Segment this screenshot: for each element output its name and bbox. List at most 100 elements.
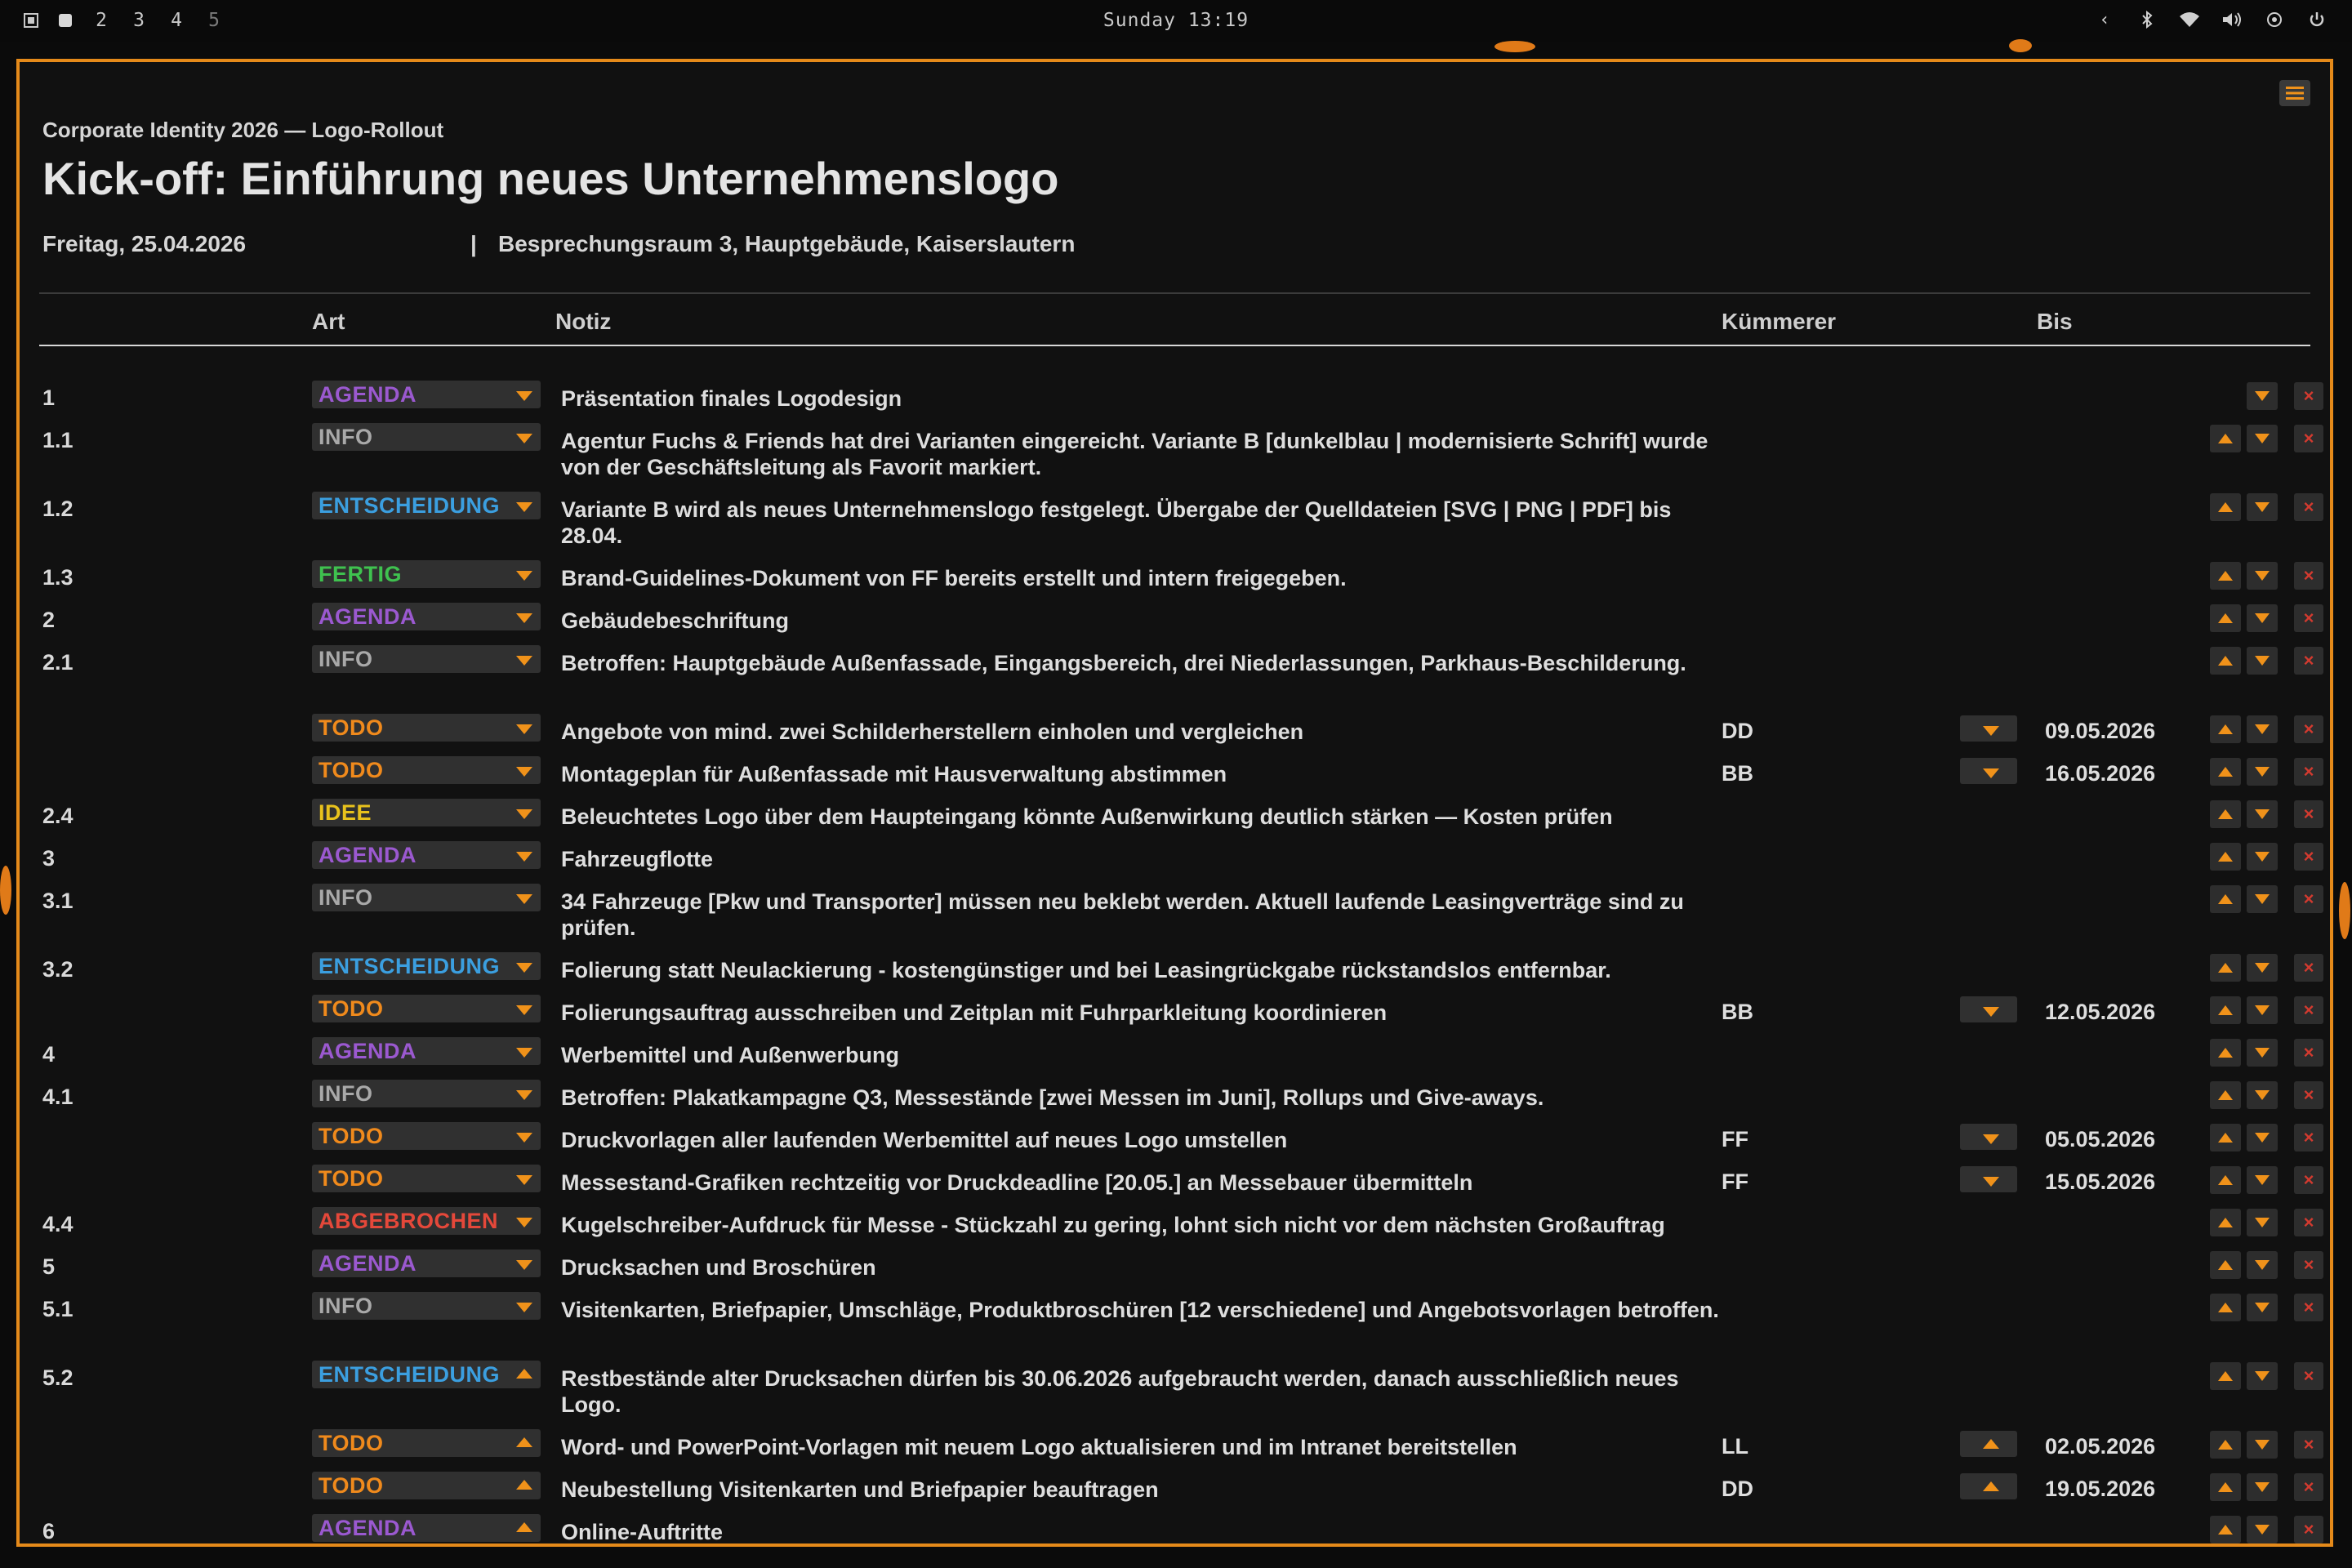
- owner[interactable]: FF: [1722, 1127, 1748, 1152]
- delete-button[interactable]: ×: [2294, 1294, 2323, 1321]
- delete-button[interactable]: ×: [2294, 382, 2323, 410]
- delete-button[interactable]: ×: [2294, 758, 2323, 786]
- move-up-button[interactable]: [2210, 425, 2241, 452]
- delete-button[interactable]: ×: [2294, 1124, 2323, 1152]
- move-down-button[interactable]: [2247, 758, 2278, 786]
- note-text[interactable]: Gebäudebeschriftung: [561, 608, 1737, 634]
- move-up-button[interactable]: [2210, 843, 2241, 871]
- move-down-button[interactable]: [2247, 1124, 2278, 1152]
- move-down-button[interactable]: [2247, 1166, 2278, 1194]
- volume-icon[interactable]: [2221, 8, 2243, 31]
- move-down-button[interactable]: [2247, 996, 2278, 1024]
- move-up-button[interactable]: [2210, 1516, 2241, 1544]
- delete-button[interactable]: ×: [2294, 1209, 2323, 1236]
- move-down-button[interactable]: [2247, 604, 2278, 632]
- note-text[interactable]: Messestand-Grafiken rechtzeitig vor Druc…: [561, 1169, 1737, 1196]
- type-select[interactable]: TODO: [312, 1472, 541, 1499]
- wifi-icon[interactable]: [2179, 8, 2200, 31]
- note-text[interactable]: Betroffen: Hauptgebäude Außenfassade, Ei…: [561, 650, 1737, 676]
- move-up-button[interactable]: [2210, 1081, 2241, 1109]
- move-up-button[interactable]: [2210, 1166, 2241, 1194]
- move-down-button[interactable]: [2247, 715, 2278, 743]
- move-down-button[interactable]: [2247, 800, 2278, 828]
- type-select[interactable]: TODO: [312, 995, 541, 1022]
- type-select[interactable]: AGENDA: [312, 1037, 541, 1065]
- type-select[interactable]: AGENDA: [312, 1514, 541, 1542]
- note-text[interactable]: Fahrzeugflotte: [561, 846, 1737, 872]
- due-date[interactable]: 15.05.2026: [2045, 1169, 2155, 1195]
- type-select[interactable]: INFO: [312, 423, 541, 451]
- note-text[interactable]: Folierung statt Neulackierung - kostengü…: [561, 957, 1737, 983]
- owner[interactable]: DD: [1722, 719, 1753, 744]
- note-text[interactable]: Werbemittel und Außenwerbung: [561, 1042, 1737, 1068]
- type-select[interactable]: TODO: [312, 714, 541, 742]
- note-text[interactable]: Folierungsauftrag ausschreiben und Zeitp…: [561, 1000, 1737, 1026]
- move-down-button[interactable]: [2247, 954, 2278, 982]
- move-down-button[interactable]: [2247, 885, 2278, 913]
- type-select[interactable]: AGENDA: [312, 841, 541, 869]
- move-down-button[interactable]: [2247, 1209, 2278, 1236]
- owner-select[interactable]: [1960, 1166, 2017, 1192]
- move-up-button[interactable]: [2210, 604, 2241, 632]
- type-select[interactable]: AGENDA: [312, 381, 541, 408]
- move-up-button[interactable]: [2210, 1362, 2241, 1390]
- delete-button[interactable]: ×: [2294, 562, 2323, 590]
- move-up-button[interactable]: [2210, 1039, 2241, 1067]
- due-date[interactable]: 09.05.2026: [2045, 719, 2155, 744]
- type-select[interactable]: TODO: [312, 1429, 541, 1457]
- type-select[interactable]: ENTSCHEIDUNG: [312, 952, 541, 980]
- due-date[interactable]: 19.05.2026: [2045, 1477, 2155, 1502]
- move-up-button[interactable]: [2210, 1294, 2241, 1321]
- note-text[interactable]: Online-Auftritte: [561, 1519, 1737, 1544]
- note-text[interactable]: Kugelschreiber-Aufdruck für Messe - Stüc…: [561, 1212, 1737, 1238]
- owner[interactable]: BB: [1722, 761, 1753, 786]
- owner-select[interactable]: [1960, 996, 2017, 1022]
- delete-button[interactable]: ×: [2294, 1516, 2323, 1544]
- move-up-button[interactable]: [2210, 647, 2241, 675]
- delete-button[interactable]: ×: [2294, 843, 2323, 871]
- delete-button[interactable]: ×: [2294, 1362, 2323, 1390]
- network-icon[interactable]: [2264, 8, 2285, 31]
- move-up-button[interactable]: [2210, 715, 2241, 743]
- move-up-button[interactable]: [2210, 493, 2241, 521]
- move-down-button[interactable]: [2247, 1251, 2278, 1279]
- move-down-button[interactable]: [2247, 1362, 2278, 1390]
- note-text[interactable]: Restbestände alter Drucksachen dürfen bi…: [561, 1365, 1737, 1418]
- type-select[interactable]: INFO: [312, 884, 541, 911]
- move-down-button[interactable]: [2247, 562, 2278, 590]
- type-select[interactable]: INFO: [312, 1080, 541, 1107]
- move-up-button[interactable]: [2210, 996, 2241, 1024]
- note-text[interactable]: Drucksachen und Broschüren: [561, 1254, 1737, 1281]
- move-up-button[interactable]: [2210, 1251, 2241, 1279]
- bluetooth-icon[interactable]: [2136, 8, 2158, 31]
- clock[interactable]: Sunday 13:19: [0, 10, 2352, 31]
- move-down-button[interactable]: [2247, 843, 2278, 871]
- move-down-button[interactable]: [2247, 425, 2278, 452]
- delete-button[interactable]: ×: [2294, 1473, 2323, 1501]
- delete-button[interactable]: ×: [2294, 885, 2323, 913]
- type-select[interactable]: TODO: [312, 756, 541, 784]
- delete-button[interactable]: ×: [2294, 425, 2323, 452]
- note-text[interactable]: Präsentation finales Logodesign: [561, 385, 1737, 412]
- move-up-button[interactable]: [2210, 1124, 2241, 1152]
- type-select[interactable]: TODO: [312, 1165, 541, 1192]
- note-text[interactable]: Druckvorlagen aller laufenden Werbemitte…: [561, 1127, 1737, 1153]
- type-select[interactable]: FERTIG: [312, 560, 541, 588]
- type-select[interactable]: ABGEBROCHEN: [312, 1207, 541, 1235]
- delete-button[interactable]: ×: [2294, 1081, 2323, 1109]
- owner[interactable]: LL: [1722, 1434, 1748, 1459]
- delete-button[interactable]: ×: [2294, 800, 2323, 828]
- delete-button[interactable]: ×: [2294, 715, 2323, 743]
- due-date[interactable]: 16.05.2026: [2045, 761, 2155, 786]
- delete-button[interactable]: ×: [2294, 1431, 2323, 1459]
- note-text[interactable]: Brand-Guidelines-Dokument von FF bereits…: [561, 565, 1737, 591]
- chevron-left-icon[interactable]: ‹: [2094, 8, 2115, 31]
- owner-select[interactable]: [1960, 758, 2017, 784]
- delete-button[interactable]: ×: [2294, 604, 2323, 632]
- move-up-button[interactable]: [2210, 800, 2241, 828]
- type-select[interactable]: ENTSCHEIDUNG: [312, 492, 541, 519]
- note-text[interactable]: Neubestellung Visitenkarten und Briefpap…: [561, 1477, 1737, 1503]
- move-up-button[interactable]: [2210, 758, 2241, 786]
- type-select[interactable]: AGENDA: [312, 1250, 541, 1277]
- note-text[interactable]: Betroffen: Plakatkampagne Q3, Messeständ…: [561, 1085, 1737, 1111]
